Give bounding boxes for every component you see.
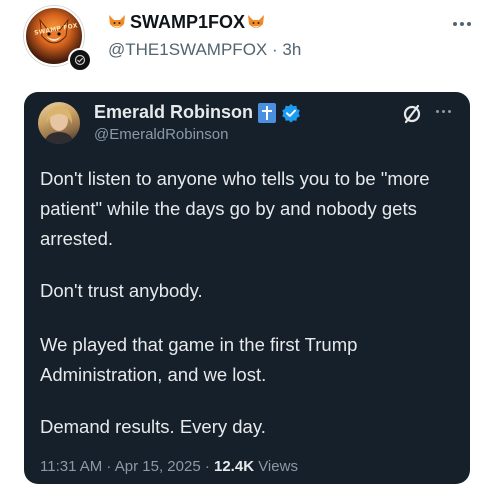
time-ago[interactable]: 3h — [282, 40, 301, 59]
tweet-paragraph: Don't listen to anyone who tells you to … — [40, 168, 430, 249]
user-line: SWAMP1FOX — [108, 12, 265, 33]
inner-handle: @EmeraldRobinson — [94, 126, 229, 143]
handle[interactable]: @THE1SWAMPFOX — [108, 40, 267, 59]
more-options-icon[interactable] — [448, 14, 476, 34]
inner-more-options-icon — [436, 110, 451, 113]
display-name[interactable]: SWAMP1FOX — [130, 12, 245, 33]
tweet-timestamp: 11:31 AM · Apr 15, 2025 · — [40, 458, 214, 475]
grok-icon — [403, 104, 421, 124]
meta-line: @THE1SWAMPFOX · 3h — [108, 40, 301, 60]
fox-emoji-icon — [109, 14, 125, 28]
views-label: Views — [254, 458, 298, 475]
inner-display-name: Emerald Robinson — [94, 102, 254, 122]
fox-emoji-icon — [248, 14, 265, 28]
tweet-paragraph: Demand results. Every day. — [40, 416, 266, 437]
affiliate-badge-icon — [68, 48, 92, 72]
views-count: 12.4K — [214, 458, 255, 475]
embedded-tweet-screenshot[interactable]: Emerald Robinson @EmeraldRobinson Don't … — [24, 92, 470, 484]
inner-avatar — [38, 102, 80, 144]
tweet-footer: 11:31 AM · Apr 15, 2025 · 12.4K Views — [40, 458, 298, 475]
verified-badge-icon — [282, 103, 300, 123]
inner-name-line: Emerald Robinson — [94, 102, 301, 123]
tweet-paragraph: We played that game in the first Trump A… — [40, 334, 358, 385]
cross-badge-icon — [258, 102, 277, 123]
separator: · — [272, 40, 278, 59]
post-header: SWAMP FOX SWAMP1FOX @THE1SWAMPFOX · 3h — [0, 0, 494, 90]
tweet-paragraph: Don't trust anybody. — [40, 280, 203, 301]
